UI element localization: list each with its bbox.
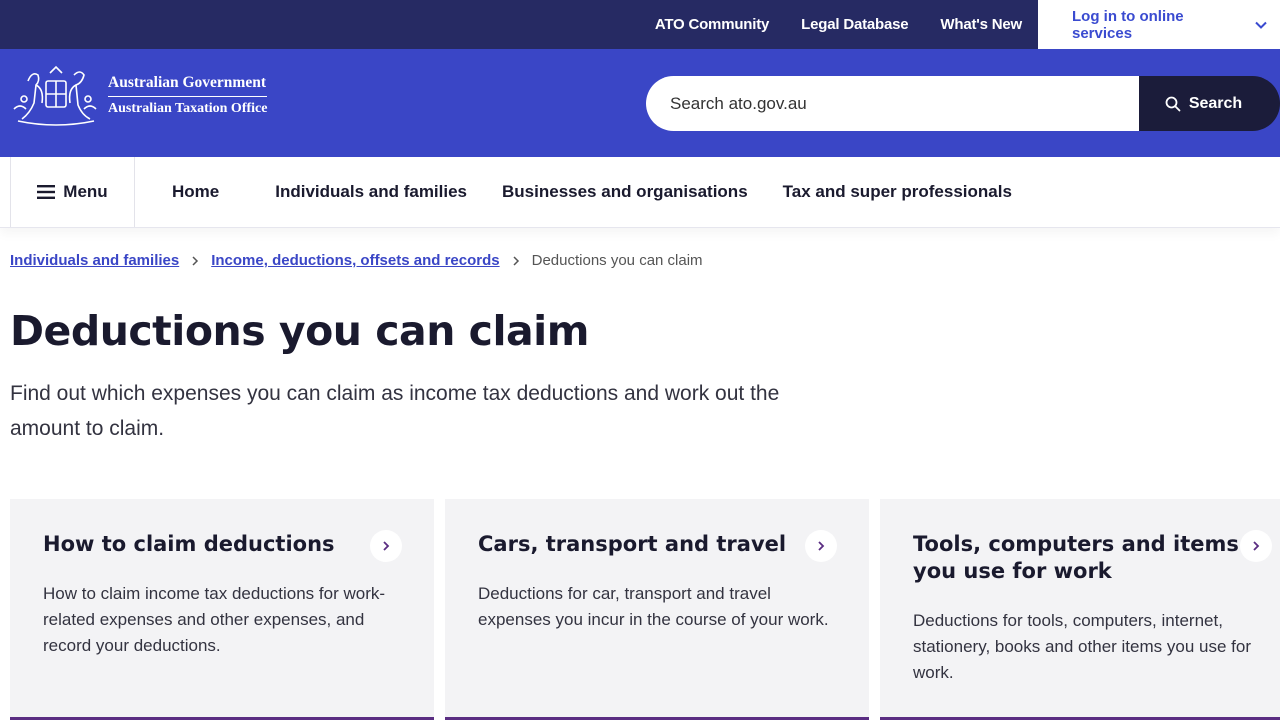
chevron-right-icon bbox=[190, 255, 200, 267]
ato-community-link[interactable]: ATO Community bbox=[639, 0, 785, 49]
chevron-right-icon bbox=[805, 530, 837, 562]
breadcrumb-link-income-deductions[interactable]: Income, deductions, offsets and records bbox=[211, 252, 499, 269]
coat-of-arms-icon bbox=[13, 65, 97, 126]
chevron-right-icon bbox=[1240, 530, 1272, 562]
card-description: Deductions for tools, computers, interne… bbox=[913, 611, 1251, 682]
card-description: Deductions for car, transport and travel… bbox=[478, 584, 829, 629]
card-title: Cars, transport and travel bbox=[478, 532, 787, 556]
nav-item-businesses[interactable]: Businesses and organisations bbox=[484, 157, 765, 227]
logo-line-ato: Australian Taxation Office bbox=[108, 100, 268, 116]
card-how-to-claim[interactable]: How to claim deductions How to claim inc… bbox=[10, 499, 434, 720]
search-icon bbox=[1165, 96, 1181, 111]
legal-database-link[interactable]: Legal Database bbox=[785, 0, 924, 49]
search-form: Search bbox=[646, 76, 1280, 131]
search-input[interactable] bbox=[646, 76, 1139, 131]
ato-logo[interactable]: Australian Government Australian Taxatio… bbox=[10, 63, 268, 127]
breadcrumb: Individuals and families Income, deducti… bbox=[10, 252, 703, 269]
login-online-services-button[interactable]: Log in to online services bbox=[1038, 0, 1280, 49]
utility-bar: ATO Community Legal Database What's New … bbox=[0, 0, 1280, 49]
nav-item-home[interactable]: Home bbox=[135, 157, 257, 227]
whats-new-link[interactable]: What's New bbox=[924, 0, 1038, 49]
nav-item-tax-professionals[interactable]: Tax and super professionals bbox=[765, 157, 1029, 227]
chevron-down-icon bbox=[1254, 18, 1268, 32]
main-nav: Menu Home Individuals and families Busin… bbox=[0, 157, 1280, 228]
card-title: Tools, computers and items you use for w… bbox=[913, 532, 1239, 583]
chevron-right-icon bbox=[370, 530, 402, 562]
card-cars-transport-travel[interactable]: Cars, transport and travel Deductions fo… bbox=[445, 499, 869, 720]
site-header: Australian Government Australian Taxatio… bbox=[0, 49, 1280, 157]
menu-button[interactable]: Menu bbox=[10, 157, 135, 227]
card-title: How to claim deductions bbox=[43, 532, 335, 556]
breadcrumb-link-individuals[interactable]: Individuals and families bbox=[10, 252, 179, 269]
card-tools-computers[interactable]: Tools, computers and items you use for w… bbox=[880, 499, 1280, 720]
logo-line-government: Australian Government bbox=[108, 74, 268, 97]
login-label: Log in to online services bbox=[1072, 7, 1184, 42]
search-button-label: Search bbox=[1188, 94, 1243, 112]
breadcrumb-current: Deductions you can claim bbox=[531, 252, 703, 269]
page-title: Deductions you can claim bbox=[10, 307, 589, 355]
nav-item-individuals[interactable]: Individuals and families bbox=[257, 157, 484, 227]
hamburger-icon bbox=[37, 185, 56, 199]
chevron-right-icon bbox=[511, 255, 521, 267]
search-button[interactable]: Search bbox=[1139, 76, 1280, 131]
logo-wordmark: Australian Government Australian Taxatio… bbox=[108, 74, 268, 117]
page-intro: Find out which expenses you can claim as… bbox=[10, 382, 780, 440]
card-description: How to claim income tax deductions for w… bbox=[43, 584, 386, 655]
menu-label: Menu bbox=[63, 182, 108, 201]
